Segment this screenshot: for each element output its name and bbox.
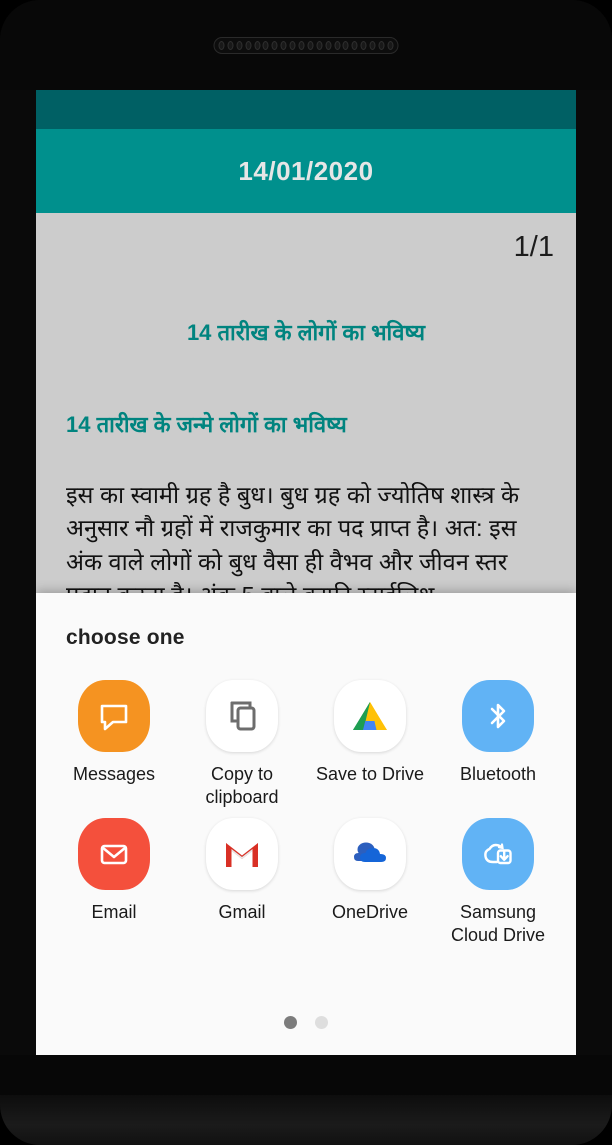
onedrive-icon — [334, 817, 406, 890]
messages-icon — [78, 680, 150, 752]
phone-screen: 14/01/2020 1/1 14 तारीख के लोगों का भविष… — [36, 90, 576, 1055]
share-target-copy-to-clipboard[interactable]: Copy to clipboard — [178, 672, 306, 810]
copy-to-clipboard-icon — [206, 680, 278, 752]
article-heading-main: 14 तारीख के लोगों का भविष्य — [186, 320, 426, 345]
app-bar: 14/01/2020 — [36, 129, 576, 213]
share-target-bluetooth[interactable]: Bluetooth — [434, 672, 562, 810]
page-dot-inactive[interactable] — [315, 1016, 328, 1029]
phone-bottom-bezel — [0, 1055, 612, 1145]
page-dot-active[interactable] — [284, 1016, 297, 1029]
article-heading-sub: 14 तारीख के जन्मे लोगों का भविष्य — [66, 412, 347, 437]
page-counter: 1/1 — [513, 231, 554, 263]
share-target-email[interactable]: Email — [50, 810, 178, 948]
share-target-label: Bluetooth — [459, 764, 537, 784]
gmail-icon — [206, 817, 278, 890]
share-sheet: choose one Messages Copy to clipboard Sa… — [36, 593, 576, 1055]
share-target-label: OneDrive — [331, 901, 409, 922]
share-target-label: Samsung Cloud Drive — [450, 901, 546, 946]
share-target-messages[interactable]: Messages — [50, 672, 178, 810]
phone-device: 14/01/2020 1/1 14 तारीख के लोगों का भविष… — [0, 0, 612, 1145]
article-content: 1/1 14 तारीख के लोगों का भविष्य 14 तारीख… — [36, 213, 576, 1055]
phone-top-bezel — [0, 0, 612, 90]
share-sheet-title: choose one — [66, 626, 185, 649]
email-icon — [78, 817, 150, 890]
share-target-label: Copy to clipboard — [205, 764, 279, 808]
share-target-onedrive[interactable]: OneDrive — [306, 810, 434, 948]
bluetooth-icon — [462, 680, 534, 752]
share-target-grid: Messages Copy to clipboard Save to Drive… — [36, 650, 576, 948]
share-target-label: Messages — [72, 764, 156, 784]
share-sheet-page-indicator — [36, 1016, 576, 1029]
share-target-gmail[interactable]: Gmail — [178, 810, 306, 948]
share-target-save-to-drive[interactable]: Save to Drive — [306, 672, 434, 810]
google-drive-icon — [334, 680, 406, 752]
app-bar-title: 14/01/2020 — [238, 155, 374, 186]
share-target-label: Gmail — [218, 901, 266, 922]
samsung-cloud-drive-icon — [462, 817, 534, 890]
status-bar — [36, 90, 576, 129]
share-target-label: Email — [91, 901, 137, 922]
share-target-samsung-cloud-drive[interactable]: Samsung Cloud Drive — [434, 810, 562, 948]
earpiece-speaker-grille — [213, 37, 399, 54]
share-target-label: Save to Drive — [315, 764, 425, 784]
